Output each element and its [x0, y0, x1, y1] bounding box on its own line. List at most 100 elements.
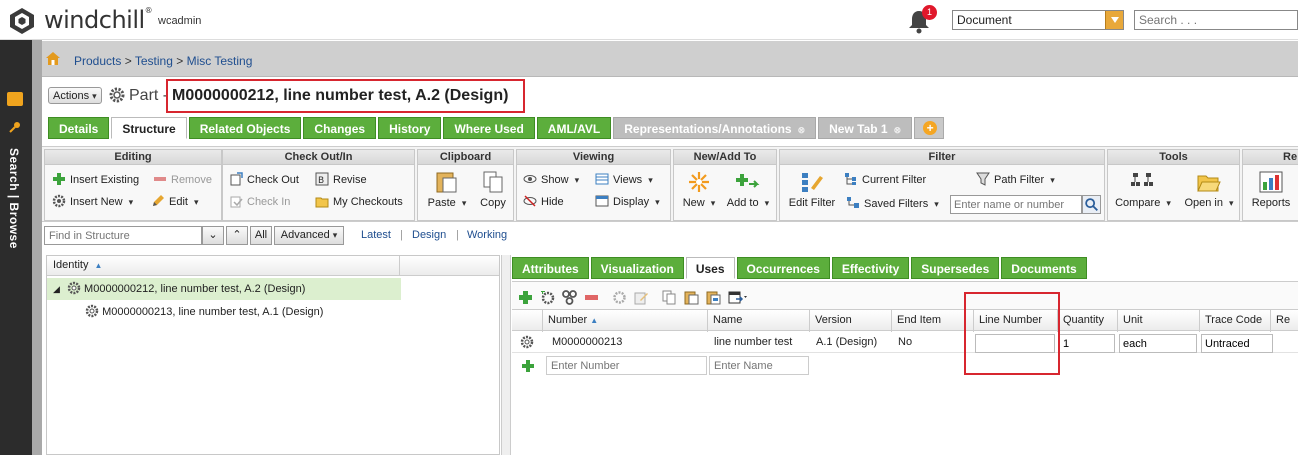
new-button[interactable]: New: [678, 170, 720, 209]
enter-name-input[interactable]: [709, 356, 809, 375]
tab-changes[interactable]: Changes: [303, 117, 377, 139]
column-header-number[interactable]: Number ▲: [542, 310, 707, 332]
column-header-unit[interactable]: Unit: [1117, 310, 1199, 332]
working-link[interactable]: Working: [467, 229, 507, 241]
context-select[interactable]: Document: [952, 10, 1124, 30]
reports-label: Reports: [1251, 197, 1291, 209]
tab-uses[interactable]: Uses: [685, 257, 735, 279]
saved-filters-button[interactable]: Saved Filters: [846, 196, 939, 210]
add-tab-button[interactable]: [914, 117, 945, 139]
actions-menu-button[interactable]: Actions: [48, 87, 102, 104]
column-header-end-item[interactable]: End Item: [891, 310, 973, 332]
column-header-version[interactable]: Version: [809, 310, 891, 332]
views-button[interactable]: Views: [595, 172, 653, 186]
find-previous-button[interactable]: ⌃: [226, 226, 248, 245]
tab-history[interactable]: History: [378, 117, 442, 139]
filter-name-input[interactable]: [950, 195, 1082, 214]
breadcrumb-testing[interactable]: Testing: [135, 54, 173, 68]
current-filter-button[interactable]: Current Filter: [844, 172, 926, 186]
open-in-button[interactable]: Open in: [1180, 170, 1238, 209]
tab-effectivity[interactable]: Effectivity: [831, 257, 910, 279]
advanced-button[interactable]: Advanced: [274, 226, 344, 245]
search-icon[interactable]: [1082, 195, 1101, 214]
identity-column-header[interactable]: Identity: [53, 259, 88, 271]
plus-icon[interactable]: [521, 359, 535, 373]
breadcrumb-misc-testing[interactable]: Misc Testing: [187, 54, 253, 68]
trace-code-select[interactable]: [1201, 334, 1273, 353]
tab-occurrences[interactable]: Occurrences: [736, 257, 830, 279]
plus-icon[interactable]: [518, 290, 533, 305]
edit-filter-button[interactable]: Edit Filter: [784, 170, 840, 209]
edit-button[interactable]: Edit: [151, 194, 199, 208]
column-header-re[interactable]: Re: [1270, 310, 1298, 332]
unit-select[interactable]: [1119, 334, 1197, 353]
chevron-down-icon[interactable]: [1105, 11, 1123, 29]
column-header-trace-code[interactable]: Trace Code: [1199, 310, 1270, 332]
tab-details[interactable]: Details: [48, 117, 110, 139]
tab-supersedes[interactable]: Supersedes: [911, 257, 1000, 279]
tab-aml-avl[interactable]: AML/AVL: [536, 117, 612, 139]
tab-visualization[interactable]: Visualization: [590, 257, 684, 279]
insert-new-button[interactable]: Insert New: [52, 194, 133, 208]
expand-triangle-icon[interactable]: ◢: [53, 284, 60, 294]
revise-icon: B: [315, 172, 329, 186]
tab-attributes[interactable]: Attributes: [512, 257, 589, 279]
tree-header: Identity ▲: [47, 256, 499, 276]
paste-icon[interactable]: [684, 290, 699, 305]
close-icon[interactable]: ⊗: [894, 125, 902, 135]
panel-splitter[interactable]: [501, 255, 511, 455]
enter-number-input[interactable]: [546, 356, 707, 375]
compare-button[interactable]: Compare: [1112, 170, 1174, 209]
find-dropdown-button[interactable]: ⌄: [202, 226, 224, 245]
check-in-button[interactable]: Check In: [229, 194, 290, 208]
tab-representations[interactable]: Representations/Annotations ⊗: [613, 117, 817, 139]
paste-button[interactable]: Paste: [422, 170, 472, 209]
bar-chart-icon: [1259, 171, 1283, 193]
global-search-input[interactable]: [1134, 10, 1298, 30]
find-all-button[interactable]: All: [250, 226, 272, 245]
insert-existing-button[interactable]: Insert Existing: [52, 172, 139, 186]
insert-gear-icon[interactable]: [540, 290, 555, 305]
quantity-input[interactable]: [1059, 334, 1115, 353]
tab-where-used[interactable]: Where Used: [443, 117, 535, 139]
design-link[interactable]: Design: [412, 229, 446, 241]
my-checkouts-button[interactable]: My Checkouts: [315, 194, 403, 208]
tab-new-tab-1[interactable]: New Tab 1 ⊗: [818, 117, 913, 139]
show-button[interactable]: Show: [523, 172, 579, 186]
pin-icon[interactable]: [8, 120, 22, 134]
top-header: windchill® wcadmin 1 Document: [0, 0, 1298, 40]
search-browse-label[interactable]: Search | Browse: [7, 148, 21, 249]
tab-structure[interactable]: Structure: [111, 117, 187, 139]
tree-row[interactable]: M0000000213, line number test, A.1 (Desi…: [85, 301, 323, 323]
hide-button[interactable]: Hide: [523, 194, 564, 208]
copy-button[interactable]: Copy: [474, 170, 512, 209]
find-in-structure-input[interactable]: [44, 226, 202, 245]
reports-button[interactable]: Reports: [1247, 170, 1295, 209]
home-icon[interactable]: [46, 52, 60, 65]
tab-documents[interactable]: Documents: [1001, 257, 1087, 279]
breadcrumb: Products > Testing > Misc Testing: [74, 54, 252, 68]
navigator-toggle-icon[interactable]: [7, 92, 23, 106]
table-row[interactable]: M0000000213 line number test A.1 (Design…: [512, 331, 1298, 353]
line-number-input[interactable]: [975, 334, 1055, 353]
path-filter-button[interactable]: Path Filter: [976, 172, 1055, 186]
remove-icon[interactable]: [584, 290, 599, 305]
tree-row[interactable]: ◢ M0000000212, line number test, A.2 (De…: [47, 278, 401, 300]
add-to-button[interactable]: Add to: [722, 170, 774, 209]
close-icon[interactable]: ⊗: [798, 125, 806, 135]
tab-related-objects[interactable]: Related Objects: [188, 117, 302, 139]
display-button[interactable]: Display: [595, 194, 660, 208]
column-header-name[interactable]: Name: [707, 310, 809, 332]
column-header-quantity[interactable]: Quantity: [1057, 310, 1117, 332]
check-out-button[interactable]: Check Out: [229, 172, 299, 186]
latest-link[interactable]: Latest: [361, 229, 391, 241]
column-header-line-number[interactable]: Line Number: [973, 310, 1057, 332]
export-menu-icon[interactable]: [728, 290, 750, 305]
multi-gear-icon[interactable]: [562, 290, 577, 305]
copy-icon[interactable]: [662, 290, 677, 305]
remove-button[interactable]: Remove: [153, 172, 212, 186]
paste-special-icon[interactable]: [706, 290, 721, 305]
breadcrumb-products[interactable]: Products: [74, 54, 121, 68]
revise-button[interactable]: B Revise: [315, 172, 367, 186]
current-user[interactable]: wcadmin: [158, 15, 201, 27]
